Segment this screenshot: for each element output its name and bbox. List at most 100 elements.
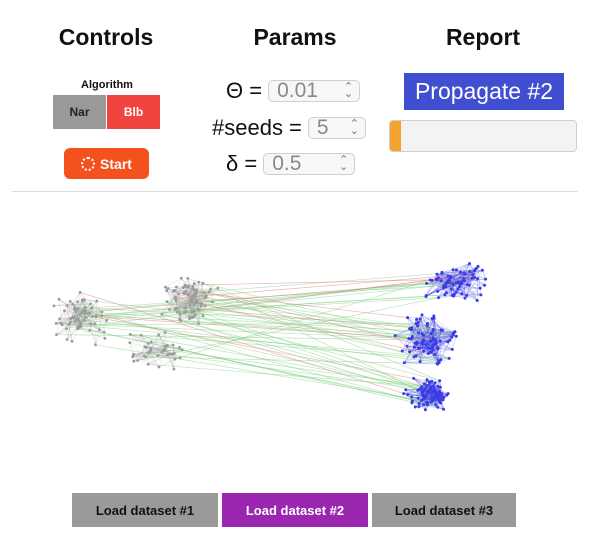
graph-node-blue[interactable] xyxy=(440,271,444,275)
graph-node-gray[interactable] xyxy=(88,329,92,332)
graph-node-gray[interactable] xyxy=(79,323,83,326)
graph-node-blue[interactable] xyxy=(465,294,469,297)
graph-node-gray[interactable] xyxy=(171,289,175,293)
propagate-button[interactable]: Propagate #2 xyxy=(404,73,564,110)
graph-node-blue[interactable] xyxy=(479,293,483,297)
graph-node-gray[interactable] xyxy=(67,323,71,326)
start-button[interactable]: Start xyxy=(64,148,149,179)
graph-node-blue[interactable] xyxy=(433,353,437,357)
graph-node-blue[interactable] xyxy=(409,328,413,331)
graph-node-blue[interactable] xyxy=(431,384,435,388)
graph-node-blue[interactable] xyxy=(410,401,414,405)
graph-node-blue[interactable] xyxy=(439,279,443,283)
graph-node-gray[interactable] xyxy=(199,302,203,306)
graph-node-blue[interactable] xyxy=(436,347,440,351)
graph-node-gray[interactable] xyxy=(149,340,153,344)
graph-node-blue[interactable] xyxy=(429,385,433,389)
graph-node-gray[interactable] xyxy=(76,317,80,321)
graph-node-blue[interactable] xyxy=(446,340,450,344)
graph-node-gray[interactable] xyxy=(190,310,194,314)
graph-node-gray[interactable] xyxy=(84,316,88,319)
graph-node-blue[interactable] xyxy=(412,355,416,359)
graph-node-gray[interactable] xyxy=(190,299,194,303)
graph-node-gray[interactable] xyxy=(68,300,72,303)
graph-node-gray[interactable] xyxy=(156,354,160,357)
graph-node-gray[interactable] xyxy=(209,287,213,291)
graph-node-gray[interactable] xyxy=(73,320,77,323)
graph-node-blue[interactable] xyxy=(404,388,408,392)
graph-node-blue[interactable] xyxy=(432,314,436,318)
graph-node-gray[interactable] xyxy=(52,304,56,308)
graph-node-gray[interactable] xyxy=(202,291,206,295)
graph-node-gray[interactable] xyxy=(180,348,184,352)
graph-node-blue[interactable] xyxy=(417,405,421,409)
graph-node-blue[interactable] xyxy=(426,352,430,356)
graph-node-gray[interactable] xyxy=(160,313,164,316)
graph-node-blue[interactable] xyxy=(416,396,420,400)
graph-node-gray[interactable] xyxy=(175,285,178,289)
graph-node-blue[interactable] xyxy=(454,334,458,338)
graph-node-gray[interactable] xyxy=(63,309,66,313)
graph-node-gray[interactable] xyxy=(139,333,143,337)
graph-node-gray[interactable] xyxy=(180,276,183,280)
graph-node-gray[interactable] xyxy=(100,310,104,314)
graph-node-blue[interactable] xyxy=(478,286,482,290)
graph-node-blue[interactable] xyxy=(470,276,474,280)
graph-node-gray[interactable] xyxy=(128,341,132,345)
graph-node-blue[interactable] xyxy=(430,279,434,282)
graph-node-gray[interactable] xyxy=(136,359,140,362)
graph-node-blue[interactable] xyxy=(442,407,445,411)
graph-node-blue[interactable] xyxy=(429,396,433,400)
graph-node-blue[interactable] xyxy=(433,381,437,385)
graph-node-gray[interactable] xyxy=(60,323,64,327)
graph-node-gray[interactable] xyxy=(184,310,188,313)
graph-node-gray[interactable] xyxy=(132,359,136,363)
graph-node-gray[interactable] xyxy=(187,284,191,288)
graph-node-gray[interactable] xyxy=(147,350,151,354)
graph-node-gray[interactable] xyxy=(146,341,150,345)
graph-node-blue[interactable] xyxy=(425,378,429,382)
graph-node-blue[interactable] xyxy=(412,376,416,380)
graph-node-blue[interactable] xyxy=(421,342,425,346)
graph-node-gray[interactable] xyxy=(83,305,87,309)
graph-node-blue[interactable] xyxy=(440,392,444,396)
graph-node-gray[interactable] xyxy=(193,292,197,295)
graph-node-blue[interactable] xyxy=(436,384,440,388)
graph-node-blue[interactable] xyxy=(429,332,433,335)
graph-node-gray[interactable] xyxy=(83,318,87,322)
graph-node-gray[interactable] xyxy=(105,319,108,322)
graph-node-gray[interactable] xyxy=(157,333,161,337)
graph-node-gray[interactable] xyxy=(65,304,69,307)
graph-node-blue[interactable] xyxy=(471,273,475,277)
graph-node-gray[interactable] xyxy=(197,322,201,325)
graph-node-gray[interactable] xyxy=(157,365,161,369)
graph-node-gray[interactable] xyxy=(190,316,194,319)
graph-node-gray[interactable] xyxy=(143,345,147,349)
load-dataset-1-button[interactable]: Load dataset #1 xyxy=(72,493,218,527)
graph-node-gray[interactable] xyxy=(81,308,85,312)
graph-node-blue[interactable] xyxy=(451,333,455,336)
graph-node-gray[interactable] xyxy=(72,316,75,320)
graph-node-blue[interactable] xyxy=(476,277,480,281)
graph-node-gray[interactable] xyxy=(174,299,178,302)
graph-node-gray[interactable] xyxy=(69,317,72,320)
graph-node-blue[interactable] xyxy=(413,345,416,349)
graph-node-blue[interactable] xyxy=(416,324,420,328)
theta-input[interactable]: 0.01 ⌃ ⌄ xyxy=(268,79,361,102)
graph-node-gray[interactable] xyxy=(191,287,194,290)
graph-node-blue[interactable] xyxy=(418,360,422,364)
graph-node-blue[interactable] xyxy=(410,395,414,399)
algorithm-nar-button[interactable]: Nar xyxy=(53,95,106,129)
graph-node-blue[interactable] xyxy=(423,408,427,412)
graph-node-blue[interactable] xyxy=(451,268,455,272)
graph-node-blue[interactable] xyxy=(444,291,448,295)
graph-node-blue[interactable] xyxy=(424,343,428,346)
graph-node-blue[interactable] xyxy=(440,394,444,398)
graph-node-gray[interactable] xyxy=(170,352,174,356)
graph-node-blue[interactable] xyxy=(453,330,457,334)
graph-node-blue[interactable] xyxy=(480,268,484,272)
graph-node-blue[interactable] xyxy=(455,268,458,272)
graph-node-gray[interactable] xyxy=(166,287,170,290)
graph-node-gray[interactable] xyxy=(149,346,153,350)
graph-node-gray[interactable] xyxy=(144,355,148,359)
